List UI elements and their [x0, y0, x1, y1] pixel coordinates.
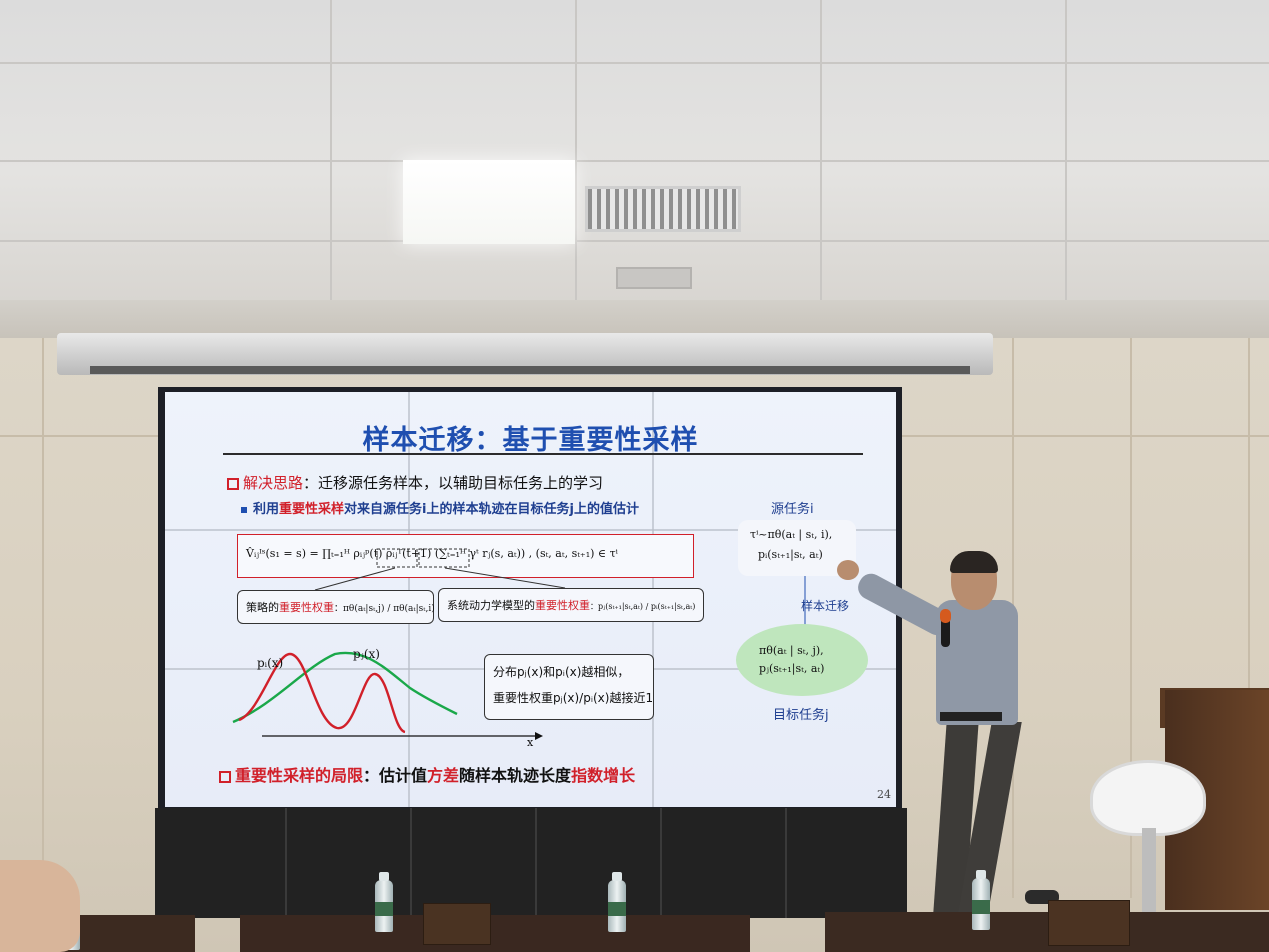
connector-dynamics [444, 567, 566, 589]
cabinet-under-screen [155, 808, 907, 918]
table-right [825, 912, 1269, 952]
bottle-label [608, 902, 626, 916]
curve-label-j: pⱼ(x) [353, 647, 380, 661]
source-formula-2: pᵢ(sₜ₊₁|sₜ, aₜ) [758, 548, 823, 561]
ceiling-seam [0, 240, 1269, 242]
target-task-label: 目标任务j [773, 708, 829, 723]
ceiling-seam [1065, 0, 1067, 315]
cabinet-door-seam [535, 808, 537, 918]
bottom-e: 指数增长 [571, 766, 636, 785]
cabinet-door-seam [785, 808, 787, 918]
white-chair [1090, 760, 1206, 836]
presentation-slide: 样本迁移：基于重要性采样 解决思路：迁移源任务样本，以辅助目标任务上的学习 利用… [165, 392, 896, 807]
target-ellipse [736, 624, 868, 696]
water-bottle [972, 870, 990, 930]
cabinet-door-seam [285, 808, 287, 918]
tissue-box [423, 903, 491, 945]
bottle-cap [612, 872, 622, 881]
bottom-a: 重要性采样的局限 [235, 766, 364, 785]
presenter-hand [837, 560, 859, 580]
table-middle [240, 915, 750, 952]
bottom-limitation: 重要性采样的局限：估计值方差随样本轨迹长度指数增长 [219, 762, 635, 786]
presenter-hair [950, 551, 998, 573]
ceiling-seam [330, 0, 332, 315]
bottle-label [375, 902, 393, 916]
bottom-c: 方差 [427, 766, 460, 785]
target-formula-1: πθ(aₜ | sₜ, j), [759, 644, 824, 657]
microphone-head [940, 609, 951, 623]
bullet-box-icon [219, 770, 231, 783]
chair-stem [1142, 828, 1156, 912]
similarity-note-box: 分布pⱼ(x)和pᵢ(x)越相似， 重要性权重pⱼ(x)/pᵢ(x)越接近1 [484, 654, 654, 720]
dashed-policy-term [376, 548, 418, 568]
tissue-box [1048, 900, 1130, 946]
source-formula-1: τⁱ~πθ(aₜ | sₜ, i), [750, 528, 833, 541]
curve-label-i: pᵢ(x) [257, 656, 284, 670]
similarity-note-line2: 重要性权重pⱼ(x)/pᵢ(x)越接近1 [493, 691, 654, 705]
target-formula-2: pⱼ(sₜ₊₁|sₜ, aₜ) [759, 662, 825, 675]
bottom-d: 随样本轨迹长度 [459, 766, 572, 785]
ceiling-seam [0, 160, 1269, 162]
x-axis-arrow [535, 732, 543, 740]
ceiling-vent [585, 186, 741, 232]
ceiling-seam [0, 62, 1269, 64]
bottom-b: ：估计值 [363, 766, 428, 785]
water-bottle [608, 872, 626, 932]
ceiling-light [403, 160, 575, 244]
projector-screen-slot [90, 366, 970, 374]
ceiling-seam [820, 0, 822, 315]
cabinet-door-seam [660, 808, 662, 918]
ceiling-vent-small [616, 267, 692, 289]
water-bottle [375, 872, 393, 932]
similarity-note-line1: 分布pⱼ(x)和pᵢ(x)越相似， [493, 665, 630, 679]
cabinet-door-seam [410, 808, 412, 918]
bottle-cap [976, 870, 986, 879]
bottle-cap [379, 872, 389, 881]
axis-label-x: x [527, 736, 534, 749]
sample-transfer-label: 样本迁移 [801, 599, 850, 613]
wall-panel-seam [42, 338, 44, 898]
page-number: 24 [877, 788, 891, 801]
bottle-label [972, 900, 990, 914]
audience-arm [0, 860, 80, 952]
ceiling-seam [575, 0, 577, 315]
presenter-belt [940, 712, 1002, 721]
connector-policy [314, 567, 396, 591]
dashed-dynamics-term [418, 548, 470, 568]
